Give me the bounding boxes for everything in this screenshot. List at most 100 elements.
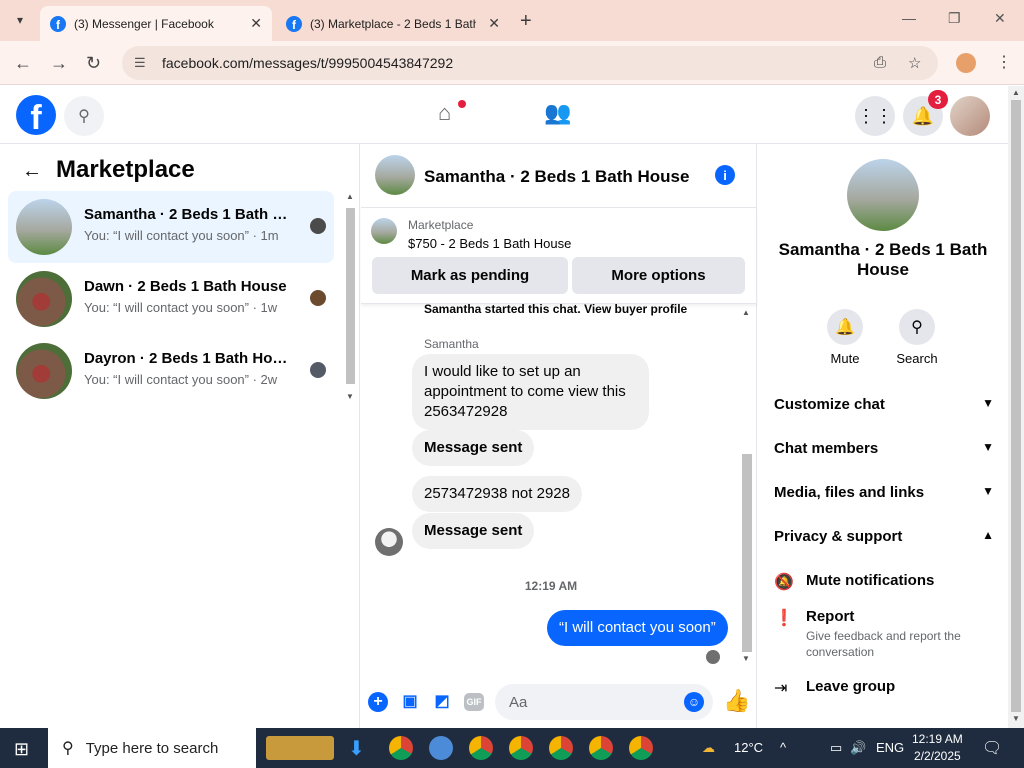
- facebook-logo-icon[interactable]: f: [16, 95, 56, 135]
- new-tab-icon[interactable]: +: [520, 10, 532, 33]
- sender-avatar[interactable]: [375, 528, 403, 556]
- language-indicator[interactable]: ENG: [876, 740, 904, 755]
- chat-title[interactable]: Samantha · 2 Beds 1 Bath House: [424, 167, 689, 187]
- view-buyer-profile-link[interactable]: View buyer profile: [584, 302, 687, 316]
- network-icon[interactable]: ▭: [830, 740, 842, 756]
- scroll-down-icon[interactable]: ▼: [1012, 714, 1020, 723]
- customize-chat-section[interactable]: Customize chat ▼: [774, 396, 994, 413]
- weather-icon[interactable]: ☁: [702, 740, 715, 756]
- privacy-support-section[interactable]: Privacy & support ▲: [774, 528, 994, 545]
- scroll-down-icon[interactable]: ▼: [346, 392, 354, 401]
- tab-search-icon[interactable]: ▾: [8, 8, 32, 32]
- chrome-icon[interactable]: [589, 736, 613, 760]
- scrollbar-thumb[interactable]: [1011, 100, 1021, 712]
- home-icon[interactable]: ⌂: [438, 100, 451, 126]
- chrome-icon[interactable]: [469, 736, 493, 760]
- address-bar-row: ← → ↻ ☰ facebook.com/messages/t/99950045…: [0, 41, 1024, 85]
- listing-price[interactable]: $750 - 2 Beds 1 Bath House: [408, 236, 571, 251]
- chat-avatar[interactable]: [375, 155, 415, 195]
- taskbar-search[interactable]: ⚲ Type here to search: [48, 728, 256, 768]
- search-action[interactable]: ⚲ Search: [887, 309, 947, 366]
- leave-group-item[interactable]: ⇥ Leave group: [774, 678, 994, 702]
- weather-temp[interactable]: 12°C: [734, 740, 763, 755]
- chrome-icon[interactable]: [389, 736, 413, 760]
- scroll-up-icon[interactable]: ▲: [346, 192, 354, 201]
- reload-icon[interactable]: ↻: [86, 53, 101, 74]
- bell-slash-icon: 🔕: [774, 574, 794, 591]
- forward-icon[interactable]: →: [50, 53, 68, 74]
- conversation-list-scrollbar[interactable]: ▲ ▼: [344, 192, 356, 406]
- emoji-icon[interactable]: ☺: [684, 692, 704, 712]
- incoming-message: Message sent: [412, 430, 535, 466]
- windows-start-icon[interactable]: ⊞: [14, 739, 29, 760]
- thumbs-up-icon[interactable]: 👍: [723, 688, 750, 714]
- gif-icon[interactable]: GIF: [464, 693, 484, 711]
- chrome-icon[interactable]: [629, 736, 653, 760]
- taskbar-clock[interactable]: 12:19 AM 2/2/2025: [912, 731, 963, 765]
- install-app-icon[interactable]: ⎙: [874, 54, 886, 71]
- chat-profile-avatar[interactable]: [847, 159, 919, 231]
- scroll-down-icon[interactable]: ▼: [742, 654, 750, 663]
- file-explorer-icon[interactable]: [266, 736, 334, 760]
- mute-action[interactable]: 🔔 Mute: [815, 309, 875, 366]
- close-tab-icon[interactable]: ✕: [250, 15, 262, 32]
- omnibox[interactable]: ☰ facebook.com/messages/t/99950045438472…: [122, 46, 938, 80]
- page-scrollbar[interactable]: ▲ ▼: [1008, 86, 1024, 728]
- chat-started-text: Samantha started this chat.: [424, 302, 581, 316]
- minimize-icon[interactable]: —: [902, 10, 916, 26]
- tab-messenger[interactable]: f (3) Messenger | Facebook ✕: [40, 6, 272, 41]
- message-input[interactable]: Aa: [495, 684, 713, 720]
- scroll-up-icon[interactable]: ▲: [1012, 88, 1020, 97]
- search-icon[interactable]: ⚲: [64, 96, 104, 136]
- friends-icon[interactable]: 👥: [544, 100, 571, 126]
- more-options-button[interactable]: More options: [572, 257, 745, 294]
- close-tab-icon[interactable]: ✕: [488, 15, 500, 32]
- chat-members-section[interactable]: Chat members ▼: [774, 440, 994, 457]
- menu-grid-icon[interactable]: ⋮⋮: [855, 96, 895, 136]
- chrome-icon[interactable]: [549, 736, 573, 760]
- tab-marketplace[interactable]: f (3) Marketplace - 2 Beds 1 Bath ✕: [276, 6, 510, 41]
- conversation-preview: You: “I will contact you soon” · 1w: [84, 300, 278, 315]
- report-item[interactable]: ❗ Report Give feedback and report the co…: [774, 608, 994, 662]
- mark-as-pending-button[interactable]: Mark as pending: [372, 257, 568, 294]
- conversation-item[interactable]: Samantha · 2 Beds 1 Bath Ho... You: “I w…: [8, 191, 334, 263]
- notification-center-icon[interactable]: 🗨: [982, 738, 1002, 758]
- search-icon: ⚲: [899, 309, 935, 345]
- message-timestamp: 12:19 AM: [524, 579, 578, 593]
- back-arrow-icon[interactable]: ←: [22, 160, 42, 183]
- scrollbar-thumb[interactable]: [742, 454, 752, 652]
- tray-chevron-up-icon[interactable]: ^: [780, 740, 786, 755]
- attach-image-icon[interactable]: ▣: [399, 690, 421, 712]
- media-files-links-section[interactable]: Media, files and links ▼: [774, 484, 994, 501]
- seen-avatar: [706, 650, 720, 664]
- conversation-name: Dayron · 2 Beds 1 Bath House: [84, 350, 294, 367]
- close-window-icon[interactable]: ✕: [994, 10, 1006, 27]
- chat-started-notice: Samantha started this chat. View buyer p…: [424, 302, 687, 316]
- sticker-icon[interactable]: ◩: [431, 690, 453, 712]
- scrollbar-thumb[interactable]: [346, 208, 355, 384]
- volume-icon[interactable]: 🔊: [850, 740, 866, 756]
- conversation-item[interactable]: Dawn · 2 Beds 1 Bath House You: “I will …: [8, 263, 334, 335]
- browser-tab-bar: ▾ f (3) Messenger | Facebook ✕ f (3) Mar…: [0, 0, 1024, 41]
- listing-banner: Marketplace $750 - 2 Beds 1 Bath House M…: [361, 208, 757, 304]
- bookmark-star-icon[interactable]: ☆: [908, 54, 921, 72]
- chrome-icon[interactable]: [509, 736, 533, 760]
- conversation-item[interactable]: Dayron · 2 Beds 1 Bath House You: “I wil…: [8, 335, 334, 407]
- download-icon[interactable]: ⬇: [348, 736, 372, 760]
- restore-icon[interactable]: ❐: [948, 10, 961, 27]
- seen-avatar: [310, 362, 326, 378]
- scroll-up-icon[interactable]: ▲: [742, 308, 750, 317]
- listing-thumbnail[interactable]: [371, 218, 397, 244]
- paint-icon[interactable]: [429, 736, 453, 760]
- plus-icon[interactable]: +: [368, 692, 388, 712]
- info-icon[interactable]: i: [715, 165, 735, 185]
- mute-notifications-item[interactable]: 🔕 Mute notifications: [774, 572, 994, 596]
- chat-details-panel: Samantha · 2 Beds 1 Bath House 🔔 Mute ⚲ …: [758, 144, 1008, 728]
- account-avatar[interactable]: [950, 96, 990, 136]
- browser-menu-icon[interactable]: ⋮: [996, 52, 1012, 72]
- browser-profile-avatar[interactable]: [956, 53, 976, 73]
- windows-taskbar: ⊞ ⚲ Type here to search ⬇ ☁ 12°C ^ ▭ 🔊 E…: [0, 728, 1024, 768]
- chat-scrollbar[interactable]: ▲ ▼: [740, 304, 754, 668]
- back-icon[interactable]: ←: [14, 53, 32, 74]
- site-info-icon[interactable]: ☰: [134, 55, 150, 71]
